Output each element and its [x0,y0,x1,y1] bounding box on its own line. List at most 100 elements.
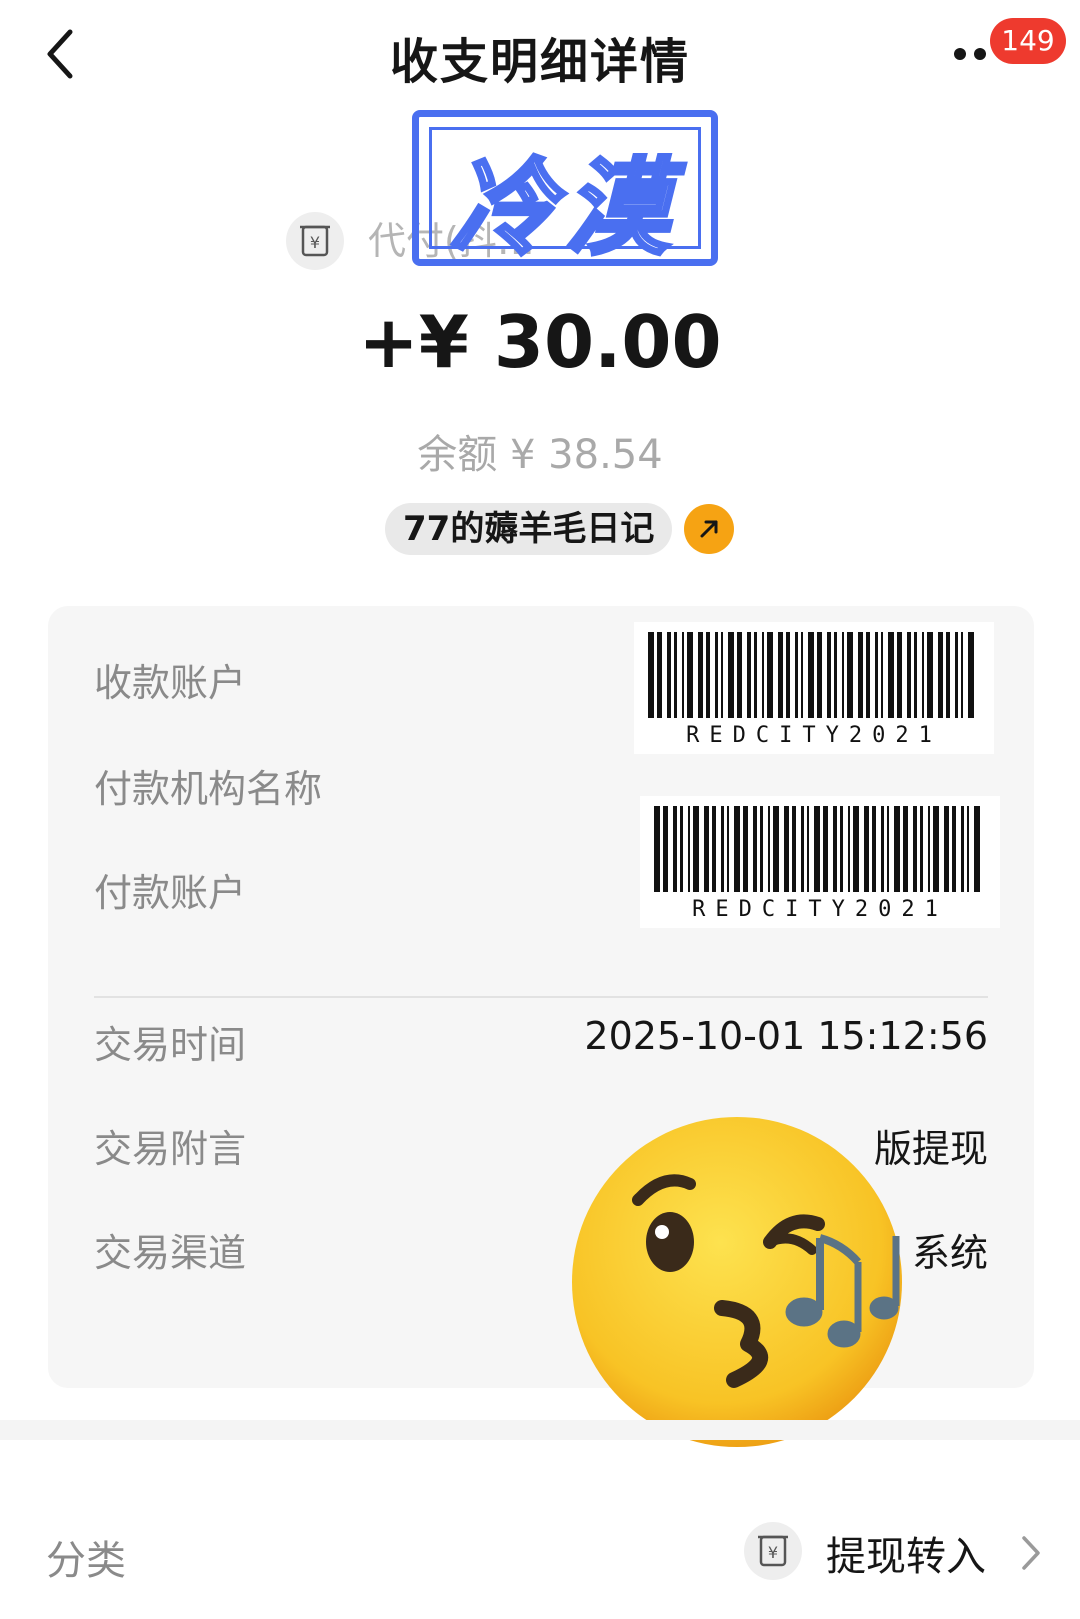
barcode-bar [688,806,690,892]
payer-org-label: 付款机构名称 [94,767,323,811]
barcode-bar [753,806,757,892]
barcode-bar [687,632,693,718]
barcode-bar [967,806,969,892]
more-dots-icon-dot [974,48,986,60]
payee-account-barcode: REDCITY2021 [634,622,994,754]
arrow-up-right-icon [700,520,718,538]
barcode-bar [933,806,939,892]
barcode-bar [922,632,924,718]
source-tag[interactable]: 77的薅羊毛日记 [385,503,673,555]
barcode-bar [721,632,723,718]
barcode-bar [864,806,869,892]
barcode-bar [823,806,828,892]
category-chevron-button[interactable] [1018,1530,1046,1576]
barcode-bar [897,632,902,718]
barcode-bar [760,806,763,892]
chevron-right-icon [1022,1536,1040,1570]
barcode-bar [801,632,803,718]
barcode-bar [768,806,770,892]
barcode-bar [833,806,837,892]
notification-badge: 149 [990,18,1066,64]
barcode-bar [693,806,699,892]
barcode-bar [834,632,837,718]
trade-time-value: 2025-10-01 15:12:56 [584,1014,988,1058]
tag-link-button[interactable] [684,504,734,554]
barcode-bar [887,806,889,892]
barcode-bar [881,806,884,892]
barcode-bar [767,632,773,718]
barcode-bar [840,806,843,892]
transaction-amount: +¥ 30.00 [358,300,722,384]
barcode-bars [648,632,974,718]
barcode-bar [913,806,917,892]
barcode-bar [654,806,660,892]
barcode-bar [737,632,742,718]
barcode-bar [673,806,677,892]
barcode-bar [663,806,668,892]
barcode-bar [680,806,683,892]
barcode-bar [848,806,850,892]
barcode-bar [968,632,974,718]
barcode-bar [946,632,950,718]
barcode-bar [747,632,751,718]
barcode-bar [961,632,963,718]
barcode-bar [795,632,798,718]
barcode-bars [654,806,980,892]
barcode-bar [807,806,809,892]
barcode-bar [762,632,764,718]
barcode-bar [808,632,814,718]
barcode-bar [914,632,917,718]
barcode-bar [974,806,980,892]
barcode-bar [814,806,820,892]
barcode-bar [721,806,724,892]
kissing-face-emoji-sticker [572,1112,912,1452]
payer-account-label: 付款账户 [94,871,247,915]
svg-text:¥: ¥ [768,1543,778,1562]
payee-account-label: 收款账户 [94,661,247,705]
barcode-bar [817,632,822,718]
stamp-sticker: 冷漠 [412,110,718,271]
barcode-bar [881,632,883,718]
barcode-bar [784,806,789,892]
barcode-bar [682,632,684,718]
category-label: 分类 [46,1538,126,1584]
category-value[interactable]: 提现转入 [826,1524,986,1582]
trade-time-label: 交易时间 [94,1023,247,1067]
barcode-bar [773,806,779,892]
barcode-bar [927,632,933,718]
trade-channel-value: 系统 [911,1231,988,1275]
barcode-bar [903,806,908,892]
trade-channel-label: 交易渠道 [94,1231,247,1275]
payer-account-barcode: REDCITY2021 [640,796,1000,928]
barcode-bar [907,632,911,718]
barcode-bar [961,806,964,892]
trade-note-label: 交易附言 [94,1127,247,1171]
barcode-text: REDCITY2021 [686,723,942,748]
barcode-bar [872,806,876,892]
divider [94,996,988,998]
barcode-bar [674,632,677,718]
more-dots-icon [954,48,966,60]
barcode-bar [944,806,949,892]
barcode-bar [754,632,757,718]
barcode-bar [847,632,853,718]
bill-icon: ¥ [744,1522,802,1580]
barcode-bar [728,632,734,718]
barcode-bar [778,632,783,718]
barcode-bar [955,632,958,718]
barcode-bar [786,632,790,718]
barcode-bar [667,632,671,718]
barcode-bar [698,632,703,718]
barcode-bar [952,806,956,892]
barcode-bar [792,806,796,892]
barcode-text: REDCITY2021 [692,897,948,922]
barcode-bar [801,806,804,892]
barcode-bar [715,632,718,718]
barcode-bar [938,632,943,718]
section-gap [0,1420,1080,1440]
barcode-bar [734,806,740,892]
barcode-bar [648,632,654,718]
barcode-bar [858,632,863,718]
bill-icon: ¥ [286,212,344,270]
barcode-bar [743,806,748,892]
